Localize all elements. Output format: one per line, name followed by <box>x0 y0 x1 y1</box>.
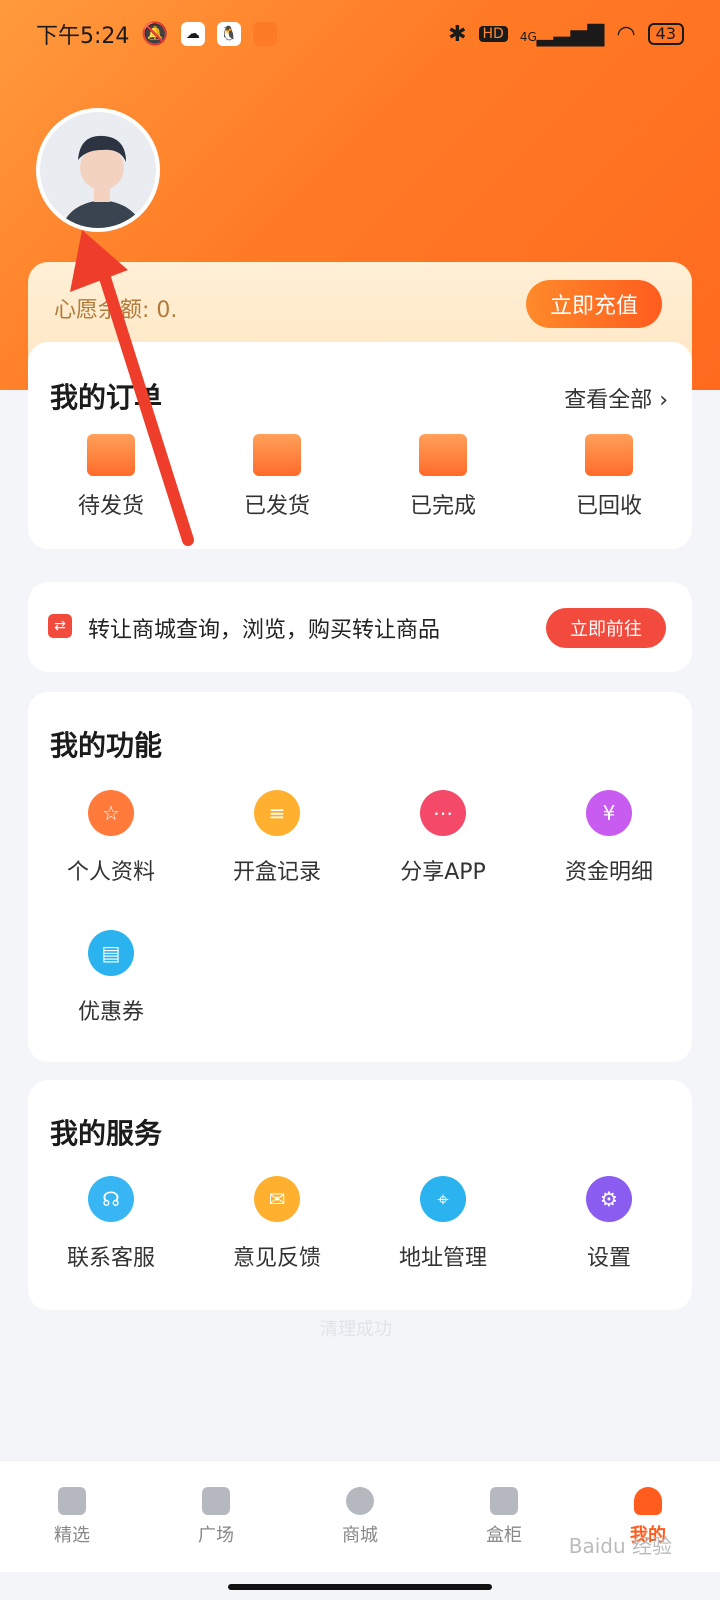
view-all-orders-link[interactable]: 查看全部 › <box>564 382 668 414</box>
tab-square[interactable]: 广场 <box>144 1461 288 1572</box>
service-address[interactable]: ⌖ 地址管理 <box>360 1176 526 1316</box>
truck-icon <box>253 434 301 476</box>
folder-arrow-icon <box>585 434 633 476</box>
coupon-icon: ▤ <box>88 930 134 976</box>
cabinet-icon <box>490 1486 518 1515</box>
order-completed[interactable]: 已完成 <box>360 434 526 520</box>
battery-icon: 43 <box>647 23 684 45</box>
function-label: 开盒记录 <box>232 860 321 885</box>
hd-badge: HD <box>478 26 508 42</box>
yuan-doc-icon: ¥ <box>586 790 632 836</box>
tab-cabinet[interactable]: 盒柜 <box>432 1461 576 1572</box>
function-label: 个人资料 <box>66 860 155 885</box>
transfer-text: 转让商城查询，浏览，购买转让商品 <box>88 618 441 643</box>
status-time: 下午5:24 <box>36 24 130 49</box>
qq-icon: 🐧 <box>216 22 241 46</box>
my-services-card: 我的服务 ☊ 联系客服 ✉ 意见反馈 ⌖ 地址管理 ⚙ 设置 <box>28 1080 692 1310</box>
balance-value: 余额: 0. <box>98 298 178 323</box>
box-icon <box>87 434 135 476</box>
home-indicator[interactable] <box>228 1584 492 1590</box>
user-icon <box>634 1486 662 1515</box>
order-label: 已完成 <box>409 494 476 519</box>
clipboard-icon: ≡ <box>254 790 300 836</box>
bell-muted-icon: 🔕 <box>141 21 169 47</box>
location-icon: ⌖ <box>420 1176 466 1222</box>
transfer-mall-banner: ⇄ 转让商城查询，浏览，购买转让商品 立即前往 <box>28 582 692 672</box>
recharge-button[interactable]: 立即充值 <box>526 280 662 328</box>
order-status-row: 待发货 已发货 已完成 已回收 <box>28 434 692 520</box>
tab-featured[interactable]: 精选 <box>0 1461 144 1572</box>
function-label: 分享APP <box>400 860 486 885</box>
my-functions-card: 我的功能 ☆ 个人资料 ≡ 开盒记录 ⋯ 分享APP ¥ 资金明细 ▤ 优惠券 <box>28 692 692 1062</box>
service-label: 意见反馈 <box>232 1246 321 1271</box>
app-icon <box>252 22 277 46</box>
order-label: 已回收 <box>575 494 642 519</box>
service-label: 联系客服 <box>66 1246 155 1271</box>
status-bar: 下午5:24 🔕 ☁ 🐧 ✱ HD 4G▂▃▅▇ ◠ 43 <box>36 14 684 54</box>
service-label: 设置 <box>586 1246 631 1271</box>
gift-icon <box>58 1486 86 1515</box>
order-label: 待发货 <box>77 494 144 519</box>
function-fund-details[interactable]: ¥ 资金明细 <box>526 790 692 930</box>
bluetooth-icon: ✱ <box>448 21 467 47</box>
function-profile[interactable]: ☆ 个人资料 <box>28 790 194 930</box>
function-coupons[interactable]: ▤ 优惠券 <box>28 930 194 1070</box>
tab-mall[interactable]: 商城 <box>288 1461 432 1572</box>
user-avatar-icon <box>61 135 143 228</box>
function-open-records[interactable]: ≡ 开盒记录 <box>194 790 360 930</box>
toast-text: 清理成功 <box>320 1319 392 1340</box>
go-now-button[interactable]: 立即前往 <box>546 608 666 648</box>
service-label: 地址管理 <box>398 1246 487 1271</box>
signal-icon: 4G▂▃▅▇ <box>519 21 605 47</box>
tab-label: 盒柜 <box>486 1524 522 1546</box>
cloud-app-icon: ☁ <box>180 22 205 46</box>
service-settings[interactable]: ⚙ 设置 <box>526 1176 692 1316</box>
order-shipped[interactable]: 已发货 <box>194 434 360 520</box>
wish-label: 心愿 <box>54 298 99 323</box>
function-label: 优惠券 <box>77 1000 144 1025</box>
function-label: 资金明细 <box>564 860 653 885</box>
swap-icon: ⇄ <box>48 614 72 638</box>
share-icon: ⋯ <box>420 790 466 836</box>
service-contact[interactable]: ☊ 联系客服 <box>28 1176 194 1316</box>
headset-icon: ☊ <box>88 1176 134 1222</box>
avatar[interactable] <box>36 108 160 232</box>
tab-label: 精选 <box>54 1524 90 1546</box>
orders-title: 我的订单 <box>50 381 163 414</box>
tab-label: 商城 <box>342 1524 378 1546</box>
order-pending[interactable]: 待发货 <box>28 434 194 520</box>
my-orders-card: 我的订单 查看全部 › 待发货 已发货 已完成 已回收 <box>28 342 692 549</box>
wifi-icon: ◠ <box>616 21 636 47</box>
function-share-app[interactable]: ⋯ 分享APP <box>360 790 526 930</box>
home-icon <box>202 1486 230 1515</box>
watermark: Baidu 经验 <box>568 1534 672 1558</box>
order-recycled[interactable]: 已回收 <box>526 434 692 520</box>
services-grid: ☊ 联系客服 ✉ 意见反馈 ⌖ 地址管理 ⚙ 设置 <box>28 1176 692 1316</box>
order-label: 已发货 <box>243 494 310 519</box>
service-feedback[interactable]: ✉ 意见反馈 <box>194 1176 360 1316</box>
tab-label: 广场 <box>198 1524 234 1546</box>
services-title: 我的服务 <box>50 1117 163 1150</box>
profile-icon: ☆ <box>88 790 134 836</box>
functions-title: 我的功能 <box>50 729 163 762</box>
functions-grid: ☆ 个人资料 ≡ 开盒记录 ⋯ 分享APP ¥ 资金明细 ▤ 优惠券 <box>28 790 692 1070</box>
gear-icon: ⚙ <box>586 1176 632 1222</box>
grid-icon <box>346 1486 374 1515</box>
mail-icon: ✉ <box>254 1176 300 1222</box>
basket-icon <box>419 434 467 476</box>
